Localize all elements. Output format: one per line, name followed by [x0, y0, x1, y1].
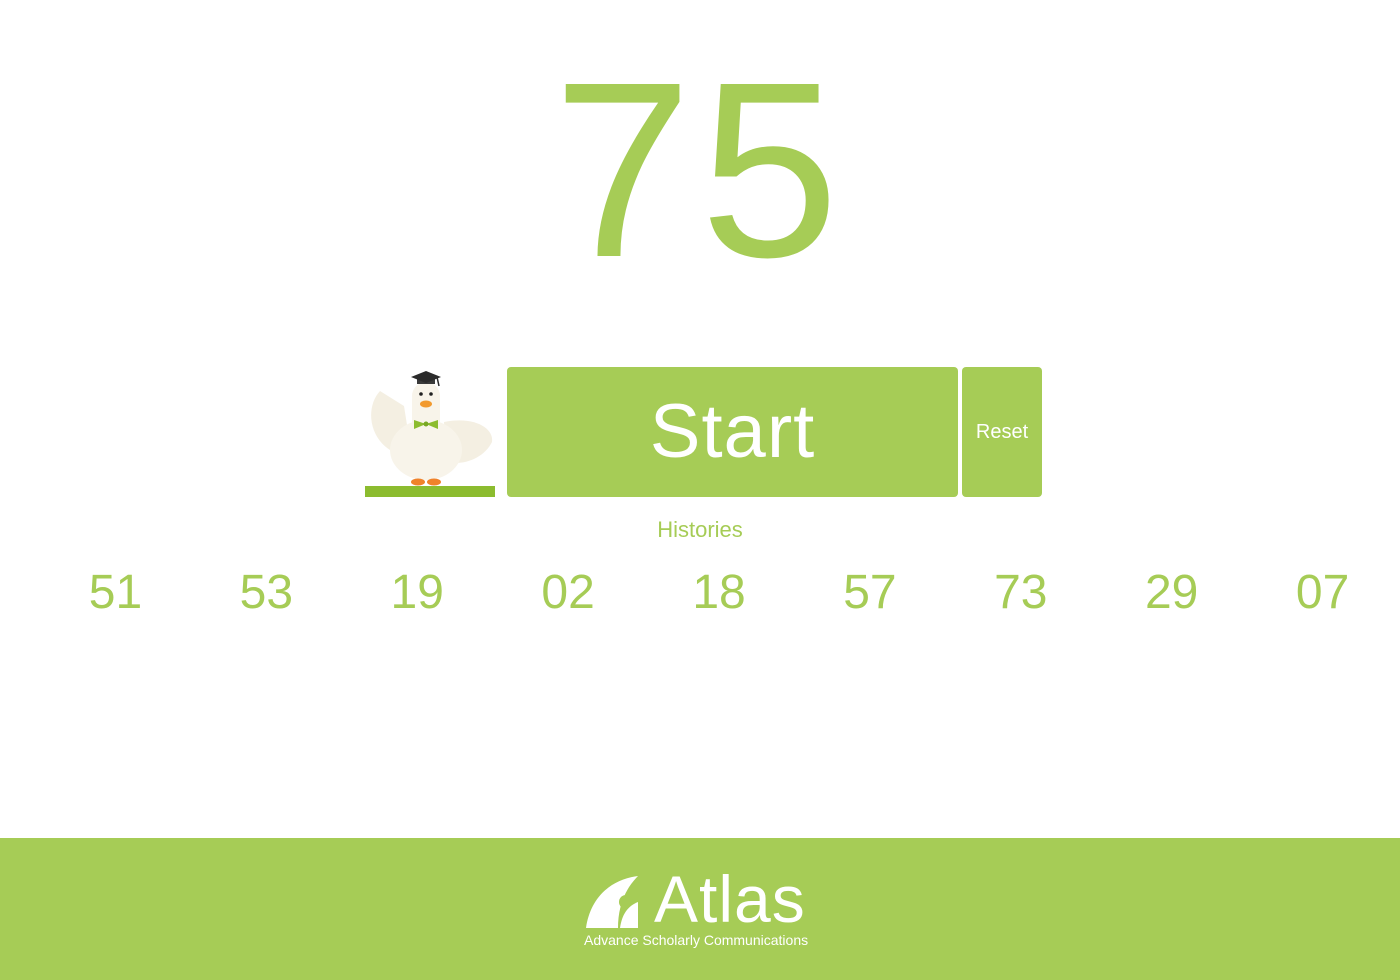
history-list: 51 53 19 02 18 57 73 29 07 — [40, 563, 1398, 623]
history-item: 57 — [843, 566, 897, 619]
history-item: 53 — [239, 566, 294, 619]
brand-name: Atlas — [654, 862, 806, 936]
history-item: 07 — [1295, 566, 1350, 619]
history-item: 19 — [390, 566, 444, 619]
brand-tagline: Advance Scholarly Communications — [584, 932, 809, 948]
atlas-logo: Atlas Advance Scholarly Communications — [582, 864, 822, 950]
history-item: 02 — [541, 566, 595, 619]
history-item: 73 — [994, 566, 1048, 619]
start-button[interactable]: Start — [507, 367, 958, 497]
current-number-display: 75 — [552, 30, 848, 309]
atlas-logo-mark-icon — [586, 876, 638, 928]
history-item: 18 — [692, 566, 746, 619]
reset-button[interactable]: Reset — [962, 367, 1042, 497]
histories-label: Histories — [657, 517, 743, 542]
history-item: 29 — [1144, 566, 1199, 619]
history-item: 51 — [88, 566, 143, 619]
goose-mascot-icon — [365, 371, 495, 497]
page: 75 Start Reset Histories 51 53 19 02 18 … — [0, 0, 1400, 980]
